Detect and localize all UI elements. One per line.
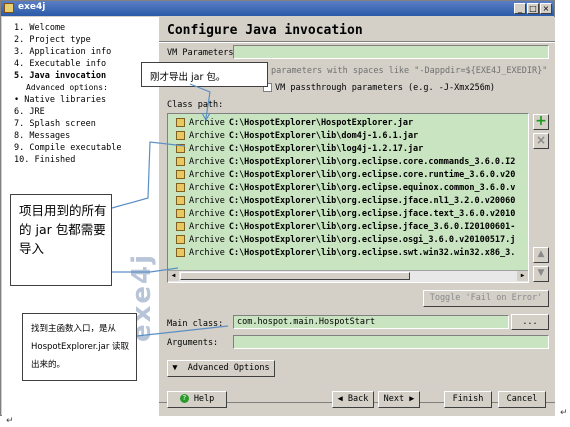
back-arrow-icon: ◀ xyxy=(337,394,343,404)
class-path-entry[interactable]: Archive C:\HospotExplorer\lib\org.eclipse… xyxy=(176,169,515,182)
toggle-fail-on-error-button[interactable]: Toggle 'Fail on Error' xyxy=(423,290,549,307)
jar-archive-icon xyxy=(176,235,185,244)
help-icon: ? xyxy=(179,394,189,403)
maximize-button[interactable]: □ xyxy=(527,3,539,14)
title-bar: exe4j _ □ × xyxy=(1,1,554,16)
class-path-entry[interactable]: Archive C:\HospotExplorer\lib\org.eclipse… xyxy=(176,234,515,247)
scroll-left-arrow-icon[interactable]: ◀ xyxy=(168,271,179,281)
vm-parameters-input[interactable] xyxy=(233,45,549,59)
step-application-info[interactable]: 3. Application info xyxy=(14,47,111,57)
jar-archive-icon xyxy=(176,118,185,127)
class-path-entry[interactable]: Archive C:\HospotExplorer\lib\org.eclipse… xyxy=(176,247,515,260)
move-up-button[interactable]: ▲ xyxy=(533,247,549,263)
class-path-entry[interactable]: Archive C:\HospotExplorer\HospotExplorer.… xyxy=(176,117,413,130)
step-welcome[interactable]: 1. Welcome xyxy=(14,23,65,33)
step-messages[interactable]: 8. Messages xyxy=(14,131,70,141)
scroll-right-arrow-icon[interactable]: ▶ xyxy=(517,271,528,281)
jar-archive-icon xyxy=(176,222,185,231)
back-button[interactable]: ◀ Back xyxy=(332,391,374,408)
class-path-label: Class path: xyxy=(167,100,224,110)
jar-archive-icon xyxy=(176,248,185,257)
app-icon xyxy=(4,3,14,13)
arguments-label: Arguments: xyxy=(167,338,219,348)
finish-button[interactable]: Finish xyxy=(444,391,492,408)
class-path-entry[interactable]: Archive C:\HospotExplorer\lib\log4j-1.2.1… xyxy=(176,143,423,156)
close-button[interactable]: × xyxy=(540,3,552,14)
class-path-entry[interactable]: Archive C:\HospotExplorer\lib\org.eclipse… xyxy=(176,208,515,221)
heading-divider xyxy=(159,41,555,43)
main-class-input[interactable]: com.hospot.main.HospotStart xyxy=(233,315,509,329)
help-button[interactable]: ? Help xyxy=(167,391,227,408)
step-executable-info[interactable]: 4. Executable info xyxy=(14,59,106,69)
vm-parameters-hint: parameters with spaces like "-Dappdir=${… xyxy=(271,66,548,76)
class-path-entry[interactable]: Archive C:\HospotExplorer\lib\org.eclipse… xyxy=(176,182,515,195)
class-path-list[interactable]: Archive C:\HospotExplorer\HospotExplorer.… xyxy=(167,113,529,283)
scrollbar-thumb[interactable] xyxy=(180,272,410,280)
arguments-input[interactable] xyxy=(233,335,549,349)
jar-archive-icon xyxy=(176,144,185,153)
browse-main-class-button[interactable]: ... xyxy=(511,314,549,330)
dropdown-arrow-icon: ▼ xyxy=(172,363,178,373)
jar-archive-icon xyxy=(176,131,185,140)
step-project-type[interactable]: 2. Project type xyxy=(14,35,91,45)
step-native-libraries[interactable]: • Native libraries xyxy=(14,95,106,105)
annotation-all-jars: 项目用到的所有的 jar 包都需要导入 xyxy=(10,194,112,286)
page-title: Configure Java invocation xyxy=(167,23,363,38)
annotation-main-class: 找到主函数入口，是从 HospotExplorer.jar 读取出来的。 xyxy=(22,313,137,381)
minimize-button[interactable]: _ xyxy=(514,3,526,14)
cancel-button[interactable]: Cancel xyxy=(498,391,546,408)
add-class-path-button[interactable]: + xyxy=(533,114,549,130)
paragraph-mark-icon: ↵ xyxy=(560,408,568,418)
next-button[interactable]: Next ▶ xyxy=(378,391,420,408)
next-arrow-icon: ▶ xyxy=(409,394,415,404)
class-path-entry[interactable]: Archive C:\HospotExplorer\lib\org.eclipse… xyxy=(176,156,515,169)
remove-class-path-button[interactable]: × xyxy=(533,133,549,149)
jar-archive-icon xyxy=(176,170,185,179)
jar-archive-icon xyxy=(176,157,185,166)
advanced-options-heading: Advanced options: xyxy=(26,83,108,92)
class-path-entry[interactable]: Archive C:\HospotExplorer\lib\org.eclipse… xyxy=(176,221,515,234)
jar-archive-icon xyxy=(176,183,185,192)
advanced-options-button[interactable]: ▼ Advanced Options xyxy=(167,360,275,377)
step-splash-screen[interactable]: 7. Splash screen xyxy=(14,119,96,129)
step-compile-executable[interactable]: 9. Compile executable xyxy=(14,143,121,153)
class-path-horizontal-scrollbar[interactable]: ◀ ▶ xyxy=(168,270,528,282)
main-class-label: Main class: xyxy=(167,319,224,329)
vm-parameters-label: VM Parameters: xyxy=(167,48,239,58)
class-path-entry[interactable]: Archive C:\HospotExplorer\lib\org.eclipse… xyxy=(176,195,515,208)
step-finished[interactable]: 10. Finished xyxy=(14,155,75,165)
vm-passthrough-label: VM passthrough parameters (e.g. -J-Xmx25… xyxy=(275,83,496,93)
paragraph-mark-icon: ↵ xyxy=(6,416,14,426)
jar-archive-icon xyxy=(176,196,185,205)
class-path-entry[interactable]: Archive C:\HospotExplorer\lib\dom4j-1.6.1… xyxy=(176,130,418,143)
step-jre[interactable]: 6. JRE xyxy=(14,107,45,117)
window-title: exe4j xyxy=(18,2,46,12)
step-java-invocation[interactable]: 5. Java invocation xyxy=(14,71,106,81)
jar-archive-icon xyxy=(176,209,185,218)
annotation-exported-jar: 刚才导出 jar 包。 xyxy=(141,62,268,87)
move-down-button[interactable]: ▼ xyxy=(533,266,549,282)
